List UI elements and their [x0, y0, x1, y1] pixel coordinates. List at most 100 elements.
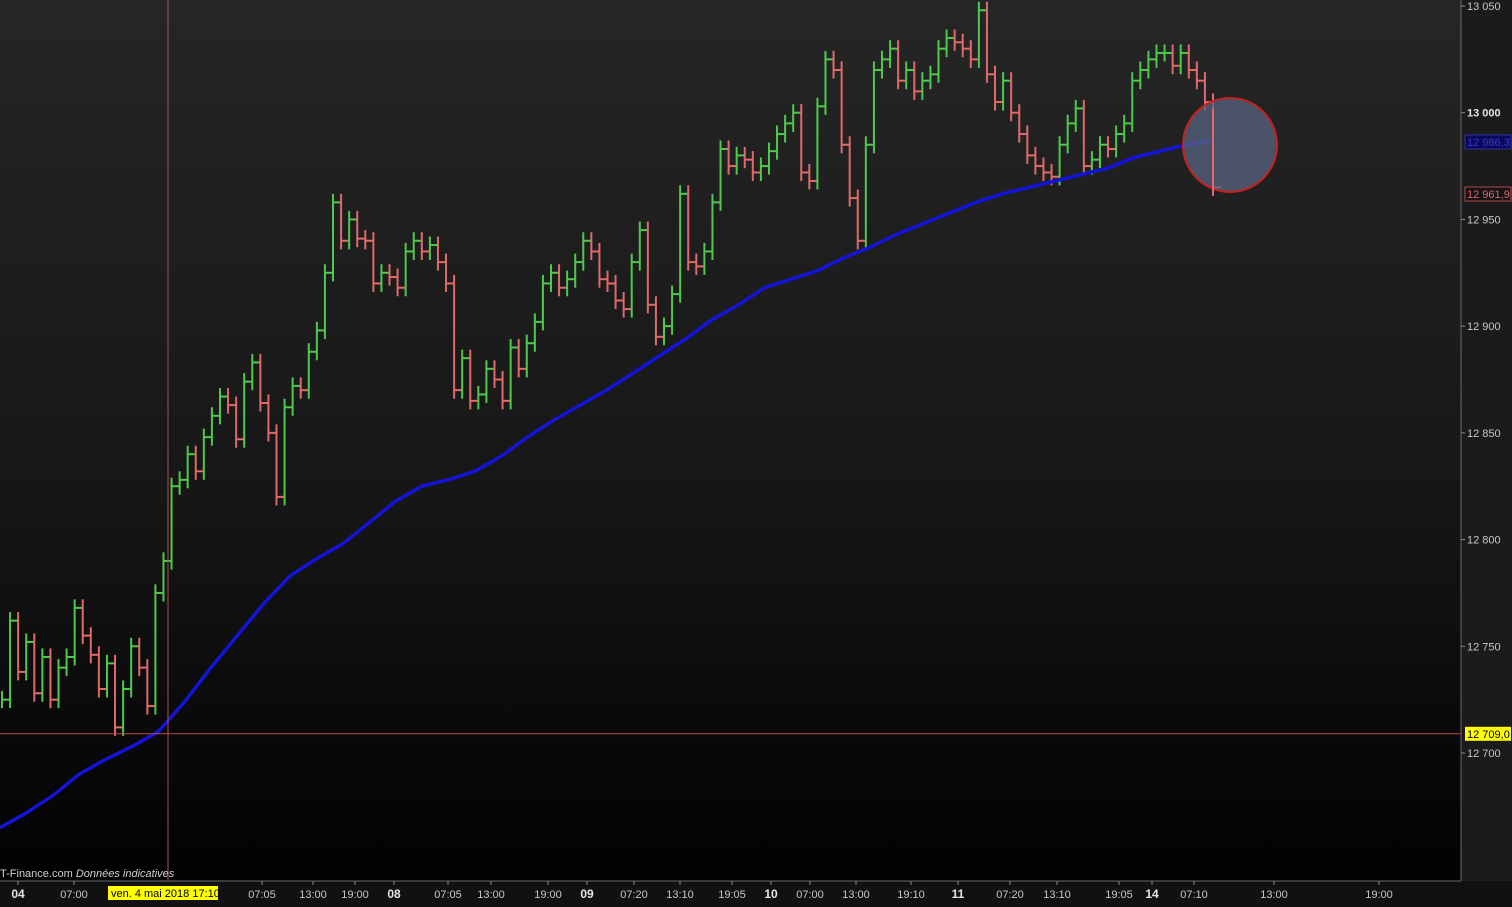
- price-bar: [259, 353, 269, 412]
- x-tick-label: 19:05: [1105, 889, 1133, 901]
- x-tick-label: 11: [952, 887, 965, 901]
- x-tick-label: 13:10: [1043, 889, 1071, 901]
- price-bar: [81, 599, 91, 645]
- crosshair-date-label: ven. 4 mai 2018 17:10: [111, 888, 220, 900]
- price-bar: [380, 264, 390, 292]
- price-bar: [1195, 61, 1205, 90]
- price-bar: [412, 232, 422, 260]
- price-bar: [218, 388, 229, 425]
- price-bar: [1066, 114, 1076, 154]
- price-bar: [1074, 99, 1084, 132]
- price-bar: [1123, 114, 1133, 143]
- price-bar: [889, 40, 899, 68]
- price-bar: [985, 1, 996, 83]
- price-bar: [186, 445, 196, 489]
- price-bar: [235, 396, 245, 448]
- price-bar: [485, 360, 495, 403]
- price-bar: [606, 270, 616, 292]
- price-bar: [1147, 50, 1157, 79]
- crosshair-price-tag: 12 709,0: [1467, 729, 1510, 741]
- x-tick-label: 14: [1145, 887, 1159, 901]
- price-bar: [582, 232, 592, 271]
- y-tick-label: 13 000: [1467, 108, 1501, 120]
- price-bar: [759, 157, 769, 182]
- highlight-circle: [1182, 97, 1278, 193]
- price-bar: [735, 146, 745, 175]
- price-bar: [1018, 104, 1028, 143]
- x-tick-label: 09: [580, 887, 594, 901]
- price-bar: [558, 264, 568, 297]
- price-bar: [1115, 125, 1125, 158]
- price-bar: [703, 242, 713, 275]
- price-bar: [953, 29, 963, 51]
- y-tick-label: 12 750: [1467, 641, 1501, 653]
- price-bar: [614, 274, 624, 310]
- price-bar: [727, 140, 737, 175]
- price-bar: [1179, 44, 1189, 75]
- price-bar: [1082, 99, 1092, 175]
- price-bar: [872, 61, 882, 154]
- price-bar: [961, 33, 971, 58]
- x-tick-label: 07:05: [248, 889, 276, 901]
- price-bar: [695, 253, 705, 275]
- price-bar: [453, 274, 463, 399]
- x-tick-label: 07:05: [434, 889, 462, 901]
- price-bar: [170, 477, 180, 570]
- x-tick-label: 07:00: [796, 889, 824, 901]
- y-tick-label: 12 950: [1467, 214, 1501, 226]
- price-bar: [856, 189, 866, 250]
- price-bar: [1163, 44, 1173, 62]
- price-bar: [388, 264, 398, 286]
- x-tick-label: 19:05: [718, 889, 746, 901]
- price-bar: [880, 50, 891, 79]
- price-bar: [590, 232, 600, 260]
- price-bar: [1026, 125, 1036, 164]
- x-tick-label: 19:00: [1365, 889, 1393, 901]
- price-bar: [509, 338, 519, 410]
- x-tick-label: 10: [764, 887, 778, 901]
- watermark-note: Données indicatives: [75, 868, 175, 880]
- price-bar: [824, 50, 834, 115]
- price-bar: [291, 377, 301, 416]
- price-bar: [396, 268, 406, 297]
- price-bar: [33, 633, 43, 702]
- price-bar: [493, 360, 503, 389]
- price-bar: [356, 210, 366, 248]
- price-bar: [65, 648, 75, 677]
- price-chart: 13 050 13 000 12 950 12 900 12 850 12 800 12 7…: [0, 0, 1512, 907]
- price-bar: [1139, 61, 1149, 90]
- price-bar: [299, 377, 309, 399]
- price-bar: [105, 654, 116, 698]
- price-bar: [428, 236, 438, 260]
- price-bar: [816, 97, 826, 190]
- price-bar: [114, 654, 124, 736]
- price-bar: [97, 646, 107, 698]
- price-bar: [477, 385, 487, 410]
- price-bar: [743, 146, 753, 169]
- price-bar: [574, 253, 584, 288]
- price-bar: [1171, 44, 1181, 75]
- price-bar: [663, 317, 673, 346]
- price-bar: [533, 313, 543, 352]
- price-bar: [654, 296, 665, 346]
- price-bar: [832, 50, 842, 79]
- y-tick-label: 12 900: [1467, 321, 1501, 333]
- price-bar: [929, 65, 939, 90]
- price-bar: [630, 253, 640, 318]
- price-bar: [848, 136, 858, 207]
- price-bar: [1098, 136, 1109, 169]
- price-bar: [267, 394, 277, 442]
- price-bar: [372, 232, 382, 292]
- price-bar: [202, 428, 212, 480]
- price-bar: [251, 353, 261, 391]
- price-bar: [937, 40, 947, 83]
- price-bar: [767, 142, 778, 175]
- price-bar: [897, 40, 907, 90]
- price-bar: [25, 633, 35, 681]
- price-bar: [598, 242, 608, 288]
- x-tick-label: 13:00: [477, 889, 505, 901]
- price-bar: [420, 232, 430, 260]
- price-bar: [348, 210, 358, 250]
- chart-stage: 13 050 13 000 12 950 12 900 12 850 12 800 12 7…: [0, 0, 1512, 907]
- price-bar: [864, 136, 874, 250]
